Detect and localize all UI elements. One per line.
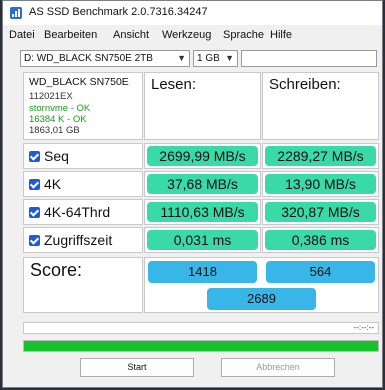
window-title: AS SSD Benchmark 2.0.7316.34247 — [29, 6, 208, 18]
4k-64thrd-read-value: 1110,63 MB/s — [147, 202, 258, 222]
size-select[interactable]: 1 GB ▼ — [193, 50, 238, 67]
access-time-write-value: 0,386 ms — [265, 230, 376, 250]
menu-hilfe[interactable]: Hilfe — [270, 29, 292, 41]
access-time-write-cell: 0,386 ms — [262, 227, 379, 253]
app-window: AS SSD Benchmark 2.0.7316.34247 Datei Be… — [2, 0, 383, 388]
seq-read-value: 2699,99 MB/s — [147, 146, 258, 166]
access-time-checkbox[interactable] — [29, 235, 40, 246]
drive-select[interactable]: D: WD_BLACK SN750E 2TB ▼ — [20, 50, 190, 67]
seq-label: Seq — [44, 148, 69, 164]
chevron-down-icon: ▼ — [177, 53, 186, 63]
timer-text: --:--:-- — [353, 323, 374, 332]
toolbar-textbox[interactable] — [241, 50, 377, 67]
drive-driver-status: stornvme - OK — [29, 103, 91, 114]
score-total: 2689 — [207, 288, 316, 310]
4k-label: 4K — [44, 176, 62, 192]
access-time-read-cell: 0,031 ms — [144, 227, 261, 253]
score-read: 1418 — [148, 261, 257, 283]
test-row-4k[interactable]: 4K — [23, 171, 143, 197]
menu-datei[interactable]: Datei — [9, 29, 35, 41]
4k-64thrd-write-value: 320,87 MB/s — [265, 202, 376, 222]
seq-checkbox[interactable] — [29, 151, 40, 162]
read-header-label: Lesen: — [151, 76, 197, 93]
progress-fill — [24, 341, 378, 351]
drive-firmware: 112021EX — [29, 91, 73, 102]
4k-checkbox[interactable] — [29, 179, 40, 190]
timer-bar: --:--:-- — [23, 322, 379, 334]
4k-read-cell: 37,68 MB/s — [144, 171, 261, 197]
menu-werkzeug[interactable]: Werkzeug — [162, 29, 211, 41]
chevron-down-icon: ▼ — [225, 53, 234, 63]
drive-select-value: D: WD_BLACK SN750E 2TB — [24, 53, 153, 64]
seq-write-cell: 2289,27 MB/s — [262, 143, 379, 169]
4k-64thrd-read-cell: 1110,63 MB/s — [144, 199, 261, 225]
test-row-4k-64thrd[interactable]: 4K-64Thrd — [23, 199, 143, 225]
size-select-value: 1 GB — [197, 53, 220, 64]
menu-sprache[interactable]: Sprache — [223, 29, 264, 41]
cancel-button[interactable]: Abbrechen — [221, 358, 335, 377]
start-button[interactable]: Start — [80, 358, 194, 377]
toolbar: D: WD_BLACK SN750E 2TB ▼ 1 GB ▼ — [3, 48, 382, 68]
4k-write-value: 13,90 MB/s — [265, 174, 376, 194]
seq-write-value: 2289,27 MB/s — [265, 146, 376, 166]
read-column-header: Lesen: — [144, 72, 261, 140]
drive-name: WD_BLACK SN750E — [29, 76, 129, 88]
test-row-seq[interactable]: Seq — [23, 143, 143, 169]
drive-capacity: 1863,01 GB — [29, 125, 80, 136]
score-write: 564 — [266, 261, 375, 283]
menu-bar: Datei Bearbeiten Ansicht Werkzeug Sprach… — [3, 27, 382, 45]
progress-bar — [23, 340, 379, 352]
score-label-cell: Score: — [23, 257, 143, 313]
drive-alignment-status: 16384 K - OK — [29, 114, 87, 125]
app-icon — [10, 7, 22, 19]
4k-64thrd-write-cell: 320,87 MB/s — [262, 199, 379, 225]
seq-read-cell: 2699,99 MB/s — [144, 143, 261, 169]
write-header-label: Schreiben: — [269, 76, 341, 93]
4k-64thrd-label: 4K-64Thrd — [44, 204, 111, 220]
4k-64thrd-checkbox[interactable] — [29, 207, 40, 218]
4k-write-cell: 13,90 MB/s — [262, 171, 379, 197]
drive-info-panel: WD_BLACK SN750E 112021EX stornvme - OK 1… — [23, 72, 143, 140]
menu-ansicht[interactable]: Ansicht — [113, 29, 149, 41]
write-column-header: Schreiben: — [262, 72, 379, 140]
score-label: Score: — [30, 260, 83, 280]
access-time-read-value: 0,031 ms — [147, 230, 258, 250]
menu-bearbeiten[interactable]: Bearbeiten — [44, 29, 97, 41]
access-time-label: Zugriffszeit — [44, 232, 113, 248]
4k-read-value: 37,68 MB/s — [147, 174, 258, 194]
title-bar: AS SSD Benchmark 2.0.7316.34247 — [3, 1, 382, 25]
test-row-access-time[interactable]: Zugriffszeit — [23, 227, 143, 253]
